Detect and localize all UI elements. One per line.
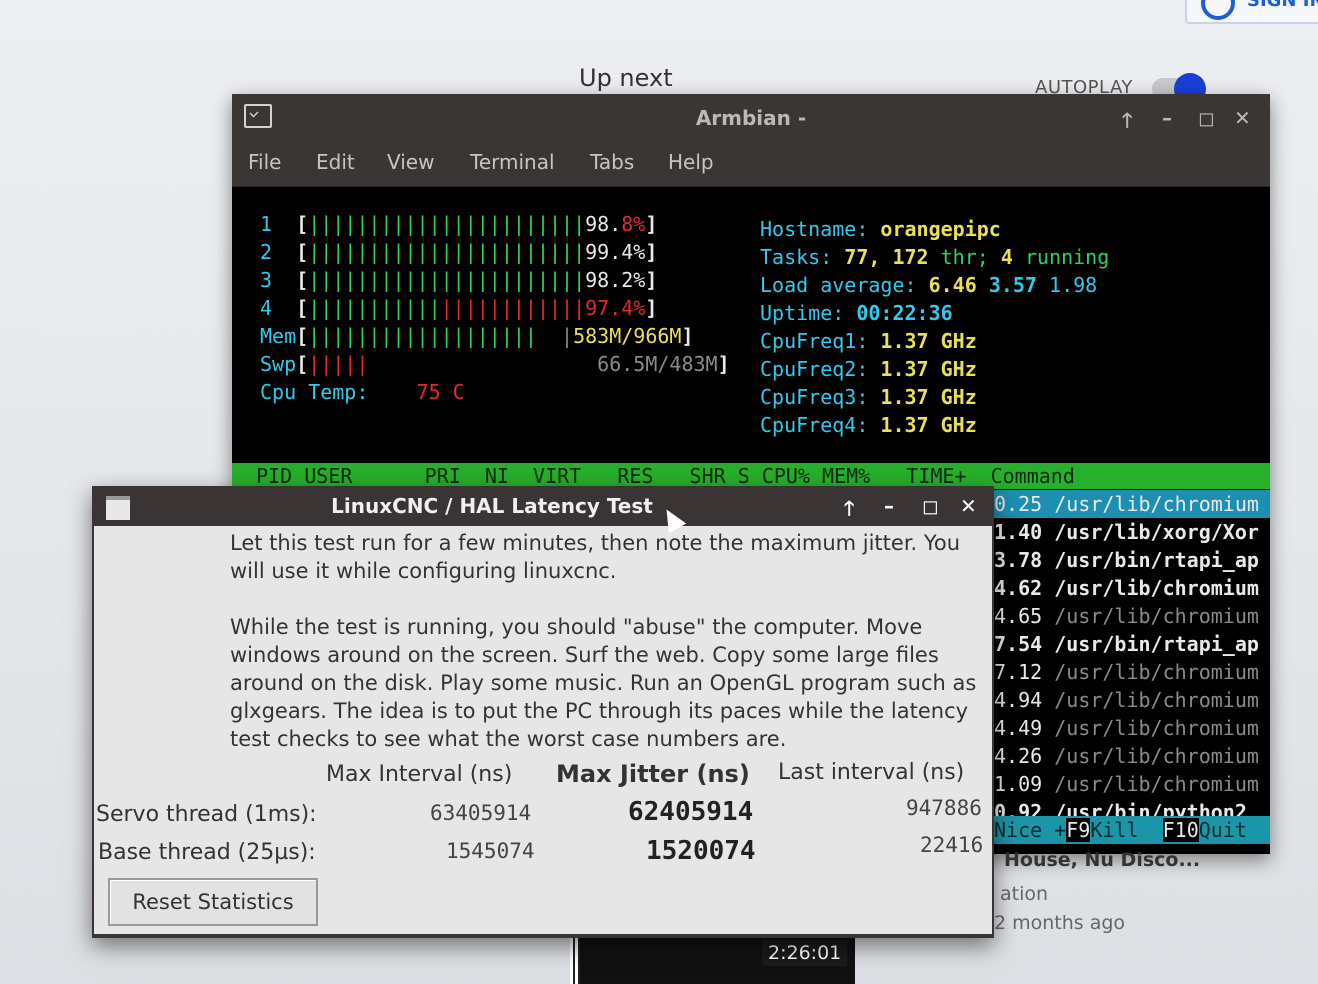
kill-key[interactable]: Kill — [1090, 818, 1138, 842]
col-max-jitter: Max Jitter (ns) — [556, 760, 750, 788]
col-last-interval: Last interval (ns) — [778, 760, 965, 785]
video-title[interactable]: House, Nu Disco... — [1004, 849, 1200, 871]
function-keys: Nice +F9Kill F10Quit — [994, 816, 1247, 844]
video-meta: ation — [1000, 883, 1049, 905]
base-thread-label: Base thread (25µs): — [98, 840, 316, 865]
sign-in-button[interactable]: SIGN IN — [1185, 0, 1318, 24]
dialog-title: LinuxCNC / HAL Latency Test — [331, 494, 653, 518]
instructions-line: windows around on the screen. Surf the w… — [230, 643, 939, 667]
maximize-icon[interactable]: ◻ — [1198, 106, 1215, 130]
video-duration-badge: 2:26:01 — [762, 940, 848, 966]
instructions-paragraph-1: Let this test run for a few minutes, the… — [230, 529, 960, 585]
base-last-interval: 22416 — [920, 833, 984, 857]
servo-thread-label: Servo thread (1ms): — [96, 802, 317, 827]
servo-last-interval: 947886 — [906, 796, 982, 820]
dialog-titlebar[interactable]: LinuxCNC / HAL Latency Test 🡑 – ◻ ✕ — [92, 486, 994, 526]
base-max-jitter: 1520074 — [646, 836, 756, 866]
instructions-line: will use it while configuring linuxcnc. — [230, 559, 617, 583]
instructions-line: Let this test run for a few minutes, the… — [230, 531, 961, 555]
menu-edit[interactable]: Edit — [316, 150, 355, 174]
base-max-interval: 1545074 — [446, 839, 535, 863]
arrow-up-icon[interactable]: 🡑 — [844, 494, 854, 528]
maximize-icon[interactable]: ◻ — [922, 494, 939, 518]
f9-key[interactable]: F9 — [1066, 818, 1091, 842]
menu-file[interactable]: File — [248, 150, 281, 174]
arrow-up-icon[interactable]: 🡑 — [1122, 106, 1132, 140]
servo-max-jitter: 62405914 — [628, 797, 754, 827]
col-max-interval: Max Interval (ns) — [326, 762, 513, 787]
instructions-paragraph-2: While the test is running, you should "a… — [230, 613, 976, 753]
menu-terminal[interactable]: Terminal — [470, 150, 555, 174]
terminal-titlebar[interactable]: Armbian - 🡑 – ◻ ✕ — [232, 94, 1270, 140]
nice-key[interactable]: Nice + — [994, 818, 1066, 842]
close-icon[interactable]: ✕ — [1234, 106, 1251, 130]
instructions-line: While the test is running, you should "a… — [230, 615, 923, 639]
process-list: 0.25 /usr/lib/chromium 1.40 /usr/lib/xor… — [994, 492, 1259, 824]
instructions-line: glxgears. The idea is to put the PC thro… — [230, 699, 969, 723]
account-icon — [1201, 0, 1235, 20]
instructions-line: test checks to see what the worst case n… — [230, 727, 787, 751]
reset-statistics-button[interactable]: Reset Statistics — [108, 878, 318, 926]
terminal-menubar: File Edit View Terminal Tabs Help — [232, 140, 1270, 187]
menu-help[interactable]: Help — [668, 150, 714, 174]
instructions-line: around on the disk. Play some music. Run… — [230, 671, 977, 695]
minimize-icon[interactable]: – — [884, 494, 894, 518]
terminal-title: Armbian - — [695, 106, 807, 130]
sign-in-label: SIGN IN — [1247, 0, 1318, 11]
system-info: Hostname: orangepipc Tasks: 77, 172 thr;… — [760, 217, 1110, 437]
video-age: 2 months ago — [994, 912, 1126, 934]
quit-key[interactable]: Quit — [1199, 818, 1247, 842]
cpu-meters: 1 [|||||||||||||||||||||||98.8%] 2 [||||… — [260, 212, 730, 404]
up-next-heading: Up next — [579, 64, 673, 92]
dialog-body: Let this test run for a few minutes, the… — [94, 526, 992, 934]
f10-key[interactable]: F10 — [1162, 818, 1199, 842]
servo-max-interval: 63405914 — [430, 801, 532, 825]
latency-test-dialog[interactable]: LinuxCNC / HAL Latency Test 🡑 – ◻ ✕ Let … — [92, 486, 994, 938]
minimize-icon[interactable]: – — [1162, 106, 1172, 130]
close-icon[interactable]: ✕ — [960, 494, 977, 518]
menu-view[interactable]: View — [387, 150, 434, 174]
menu-tabs[interactable]: Tabs — [590, 150, 634, 174]
